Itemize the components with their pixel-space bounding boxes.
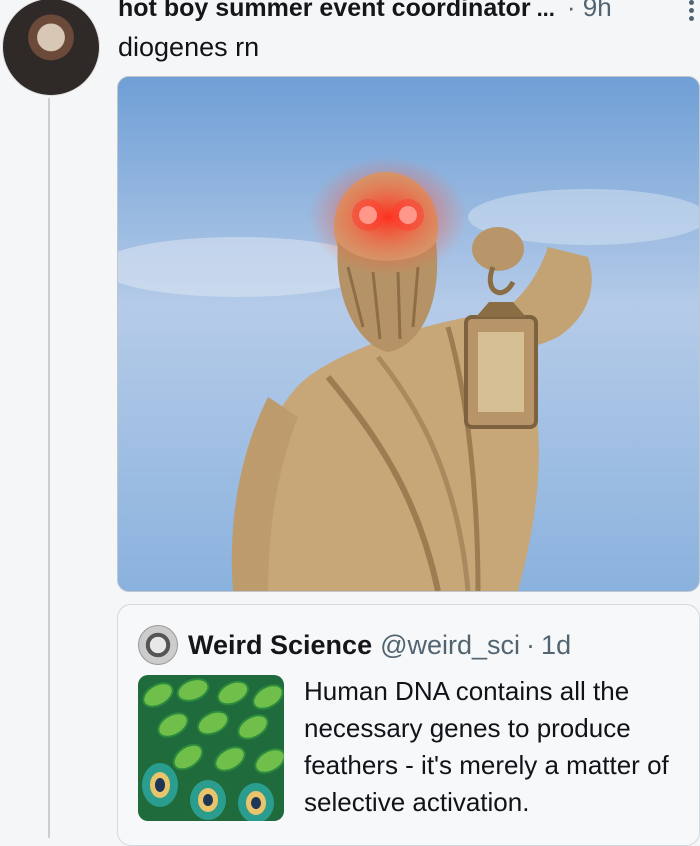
quoted-author-handle[interactable]: @weird_sci — [380, 630, 520, 661]
tweet-media-image[interactable] — [117, 76, 700, 592]
name-truncation: ... — [536, 0, 555, 21]
quoted-media-thumbnail[interactable] — [138, 675, 284, 821]
author-avatar[interactable] — [2, 0, 100, 96]
peacock-feathers-image — [138, 675, 284, 821]
quoted-author-avatar[interactable] — [138, 625, 178, 665]
quoted-timestamp[interactable]: 1d — [541, 630, 571, 661]
quoted-tweet-text: Human DNA contains all the necessary gen… — [304, 676, 669, 817]
quoted-tweet-card[interactable]: Weird Science @weird_sci · 1d Human DNA … — [117, 604, 700, 846]
thread-line — [48, 98, 50, 838]
quoted-separator: · — [526, 629, 536, 660]
tweet-header: hot boy summer event coordinator ... · 9… — [118, 0, 700, 32]
statue-laser-eyes-image — [118, 77, 699, 591]
tweet-timestamp[interactable]: · 9h — [567, 0, 612, 23]
quoted-tweet-header: Weird Science @weird_sci · 1d — [138, 625, 571, 665]
more-vertical-icon[interactable] — [686, 0, 696, 22]
quoted-author-name[interactable]: Weird Science — [188, 630, 372, 661]
author-display-name[interactable]: hot boy summer event coordinator — [118, 0, 531, 23]
tweet-text: diogenes rn — [118, 32, 260, 62]
